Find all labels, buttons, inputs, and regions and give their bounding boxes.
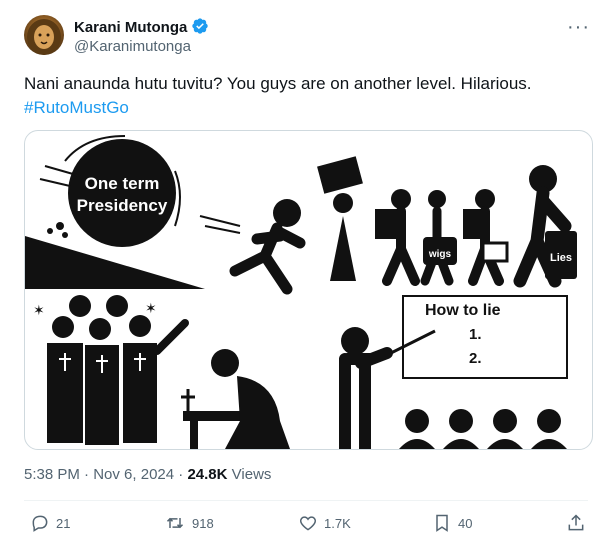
reply-count: 21 bbox=[56, 515, 71, 531]
ball-text-line1: One term bbox=[85, 174, 160, 193]
lion-avatar-icon bbox=[27, 19, 61, 55]
bag-label: wigs bbox=[428, 249, 452, 260]
tweet-media[interactable]: One term Presidency — — — wigs bbox=[24, 130, 593, 450]
reply-icon bbox=[32, 515, 48, 532]
tweet-date[interactable]: Nov 6, 2024 bbox=[93, 466, 174, 483]
avatar[interactable] bbox=[24, 15, 64, 55]
repost-icon bbox=[166, 517, 184, 529]
action-bar: 21 918 1.7K 40 bbox=[24, 513, 588, 537]
panel-one-term: One term Presidency bbox=[25, 135, 306, 295]
bookmark-button[interactable]: 40 bbox=[432, 513, 472, 533]
tweet-time[interactable]: 5:38 PM bbox=[24, 466, 80, 483]
bookmark-icon bbox=[436, 514, 448, 532]
panel-angry-crowd: ✶ ✶ bbox=[33, 295, 290, 449]
ball-text-line2: Presidency bbox=[77, 196, 168, 215]
share-icon bbox=[568, 514, 584, 531]
svg-text:— — —: — — — bbox=[385, 131, 421, 136]
like-count: 1.7K bbox=[324, 515, 351, 531]
more-options-icon[interactable]: ··· bbox=[567, 16, 590, 39]
hashtag-link[interactable]: #RutoMustGo bbox=[24, 96, 594, 120]
share-button[interactable] bbox=[566, 513, 592, 533]
reply-button[interactable]: 21 bbox=[30, 513, 70, 533]
meta-separator: · bbox=[84, 466, 90, 483]
like-button[interactable]: 1.7K bbox=[298, 513, 351, 533]
meta-separator: · bbox=[178, 466, 184, 483]
suitcase-label: Lies bbox=[550, 252, 572, 264]
views-label: Views bbox=[231, 466, 272, 483]
repost-button[interactable]: 918 bbox=[164, 513, 214, 533]
tweet-text: Nani anaunda hutu tuvitu? You guys are o… bbox=[24, 72, 594, 120]
svg-text:✶: ✶ bbox=[145, 300, 157, 316]
verified-badge-icon bbox=[192, 18, 209, 34]
bookmark-count: 40 bbox=[458, 515, 473, 531]
meme-image: One term Presidency — — — wigs bbox=[25, 131, 592, 449]
panel-how-to-lie: How to lie 1. 2. bbox=[339, 295, 568, 449]
tweet-meta: 5:38 PM · Nov 6, 2024 · 24.8K Views bbox=[24, 466, 271, 483]
tweet-text-line: Nani anaunda hutu tuvitu? You guys are o… bbox=[24, 74, 532, 93]
heart-icon bbox=[299, 516, 317, 531]
author-handle[interactable]: @Karanimutonga bbox=[74, 38, 191, 55]
panel-walking-figures: — — — wigs Lies bbox=[317, 131, 577, 288]
board-item-1: 1. bbox=[469, 326, 482, 343]
board-item-2: 2. bbox=[469, 350, 482, 367]
svg-text:✶: ✶ bbox=[33, 302, 45, 318]
divider bbox=[24, 500, 588, 501]
author-name[interactable]: Karani Mutonga bbox=[74, 17, 209, 36]
author-name-text[interactable]: Karani Mutonga bbox=[74, 19, 187, 36]
board-title: How to lie bbox=[425, 302, 501, 319]
repost-count: 918 bbox=[192, 515, 214, 531]
views-count: 24.8K bbox=[187, 466, 228, 483]
